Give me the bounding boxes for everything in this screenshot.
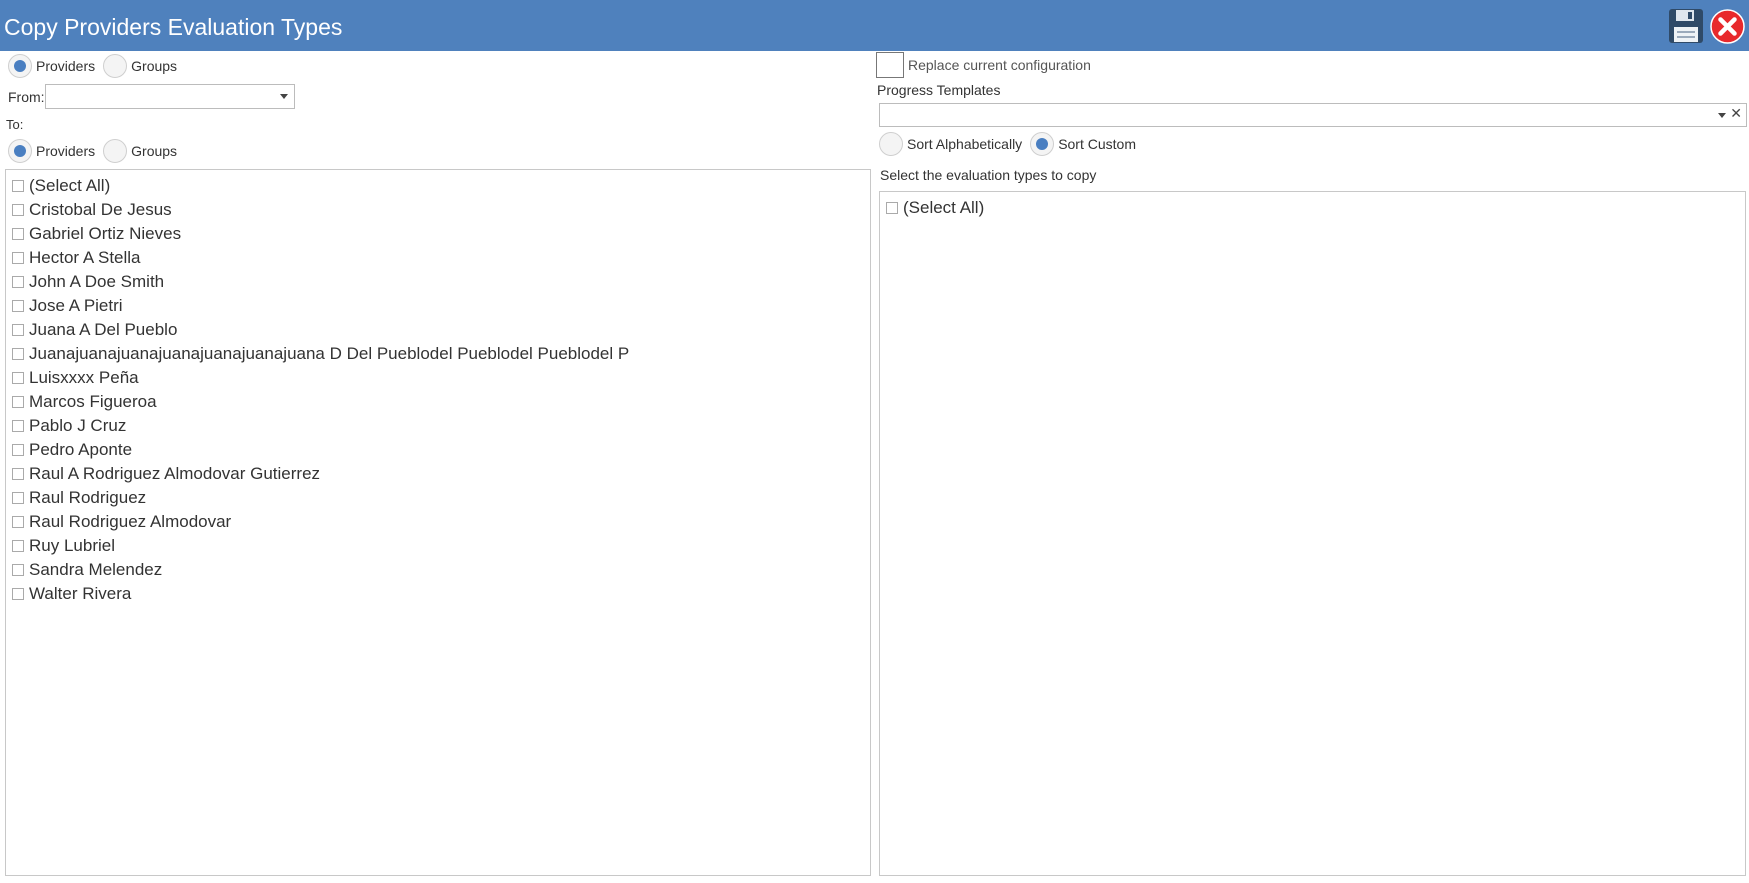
checkbox[interactable]: [12, 516, 24, 528]
list-item[interactable]: Luisxxxx Peña: [6, 366, 870, 390]
list-item-label: Pedro Aponte: [29, 440, 133, 459]
sort-radio-group: Sort Alphabetically Sort Custom: [879, 132, 1144, 156]
evaluation-types-list[interactable]: (Select All): [879, 191, 1746, 876]
to-type-radio-group: Providers Groups: [8, 139, 185, 163]
checkbox[interactable]: [886, 202, 898, 214]
replace-configuration-label: Replace current configuration: [908, 57, 1091, 73]
radio-indicator: [103, 54, 128, 78]
list-item[interactable]: Sandra Melendez: [6, 558, 870, 582]
from-label: From:: [8, 89, 45, 105]
list-item-label: Hector A Stella: [29, 248, 141, 267]
list-item[interactable]: Juanajuanajuanajuanajuanajuanajuana D De…: [6, 342, 870, 366]
checkbox[interactable]: [12, 588, 24, 600]
checkbox[interactable]: [12, 204, 24, 216]
list-item[interactable]: Pablo J Cruz: [6, 414, 870, 438]
list-item[interactable]: Pedro Aponte: [6, 438, 870, 462]
list-item-label: Juanajuanajuanajuanajuanajuanajuana D De…: [29, 344, 630, 363]
list-item-label: Walter Rivera: [29, 584, 132, 603]
radio-label: Providers: [36, 143, 96, 159]
checkbox[interactable]: [12, 540, 24, 552]
list-item[interactable]: Cristobal De Jesus: [6, 198, 870, 222]
replace-configuration-checkbox[interactable]: [876, 52, 904, 78]
window-title: Copy Providers Evaluation Types: [4, 14, 343, 40]
list-item[interactable]: Walter Rivera: [6, 582, 870, 606]
radio-label: Groups: [131, 143, 178, 159]
close-x-icon: [1710, 9, 1745, 44]
list-item-label: Raul Rodriguez Almodovar: [29, 512, 232, 531]
progress-templates-dropdown[interactable]: ✕: [879, 103, 1747, 127]
checkbox[interactable]: [12, 228, 24, 240]
checkbox[interactable]: [12, 372, 24, 384]
chevron-down-icon: [280, 94, 288, 99]
checkbox[interactable]: [12, 324, 24, 336]
list-item[interactable]: (Select All): [880, 196, 1745, 220]
list-item-label: Marcos Figueroa: [29, 392, 157, 411]
checkbox[interactable]: [12, 252, 24, 264]
list-item[interactable]: Ruy Lubriel: [6, 534, 870, 558]
providers-list[interactable]: (Select All) Cristobal De Jesus Gabriel …: [5, 169, 871, 876]
list-item-label: Juana A Del Pueblo: [29, 320, 178, 339]
list-item[interactable]: Raul Rodriguez Almodovar: [6, 510, 870, 534]
list-item[interactable]: Juana A Del Pueblo: [6, 318, 870, 342]
radio-label: Sort Alphabetically: [907, 136, 1023, 152]
list-item-label: Pablo J Cruz: [29, 416, 127, 435]
from-dropdown[interactable]: [45, 84, 295, 109]
sort-custom-radio[interactable]: Sort Custom: [1030, 132, 1136, 156]
list-item[interactable]: Hector A Stella: [6, 246, 870, 270]
list-item-label: (Select All): [903, 198, 985, 217]
from-providers-radio[interactable]: Providers: [8, 54, 95, 78]
list-item[interactable]: Raul Rodriguez: [6, 486, 870, 510]
radio-indicator: [103, 139, 128, 163]
list-item-label: Cristobal De Jesus: [29, 200, 172, 219]
radio-selected-indicator: [1030, 132, 1055, 156]
list-item-label: Gabriel Ortiz Nieves: [29, 224, 182, 243]
checkbox[interactable]: [12, 396, 24, 408]
list-item[interactable]: Jose A Pietri: [6, 294, 870, 318]
chevron-down-icon: [1718, 113, 1726, 118]
list-item-label: Raul Rodriguez: [29, 488, 147, 507]
list-item[interactable]: Marcos Figueroa: [6, 390, 870, 414]
list-item[interactable]: Raul A Rodriguez Almodovar Gutierrez: [6, 462, 870, 486]
save-button[interactable]: [1668, 8, 1704, 44]
checkbox[interactable]: [12, 348, 24, 360]
checkbox[interactable]: [12, 444, 24, 456]
list-item-label: Luisxxxx Peña: [29, 368, 139, 387]
radio-indicator: [879, 132, 903, 156]
to-groups-radio[interactable]: Groups: [103, 139, 177, 163]
clear-icon[interactable]: ✕: [1730, 105, 1742, 122]
checkbox[interactable]: [12, 300, 24, 312]
list-item[interactable]: (Select All): [6, 174, 870, 198]
from-groups-radio[interactable]: Groups: [103, 54, 177, 78]
progress-templates-label: Progress Templates: [877, 82, 1001, 98]
to-providers-radio[interactable]: Providers: [8, 139, 95, 163]
close-button[interactable]: [1710, 9, 1745, 44]
floppy-disk-icon: [1669, 9, 1703, 43]
sort-alphabetically-radio[interactable]: Sort Alphabetically: [879, 132, 1022, 156]
radio-selected-indicator: [8, 54, 32, 78]
list-item-label: Raul A Rodriguez Almodovar Gutierrez: [29, 464, 321, 483]
checkbox[interactable]: [12, 276, 24, 288]
checkbox[interactable]: [12, 564, 24, 576]
radio-selected-indicator: [8, 139, 32, 163]
list-item[interactable]: John A Doe Smith: [6, 270, 870, 294]
checkbox[interactable]: [12, 468, 24, 480]
evaluation-types-label: Select the evaluation types to copy: [880, 167, 1097, 183]
radio-label: Groups: [131, 58, 178, 74]
list-item-label: Ruy Lubriel: [29, 536, 115, 555]
checkbox[interactable]: [12, 420, 24, 432]
title-bar: Copy Providers Evaluation Types: [0, 0, 1749, 51]
checkbox[interactable]: [12, 180, 24, 192]
list-item-label: Sandra Melendez: [29, 560, 163, 579]
list-item[interactable]: Gabriel Ortiz Nieves: [6, 222, 870, 246]
to-label: To:: [6, 117, 24, 132]
radio-label: Sort Custom: [1058, 136, 1136, 152]
radio-label: Providers: [36, 58, 96, 74]
from-type-radio-group: Providers Groups: [8, 54, 185, 78]
list-item-label: John A Doe Smith: [29, 272, 165, 291]
list-item-label: Jose A Pietri: [29, 296, 123, 315]
list-item-label: (Select All): [29, 176, 111, 195]
checkbox[interactable]: [12, 492, 24, 504]
